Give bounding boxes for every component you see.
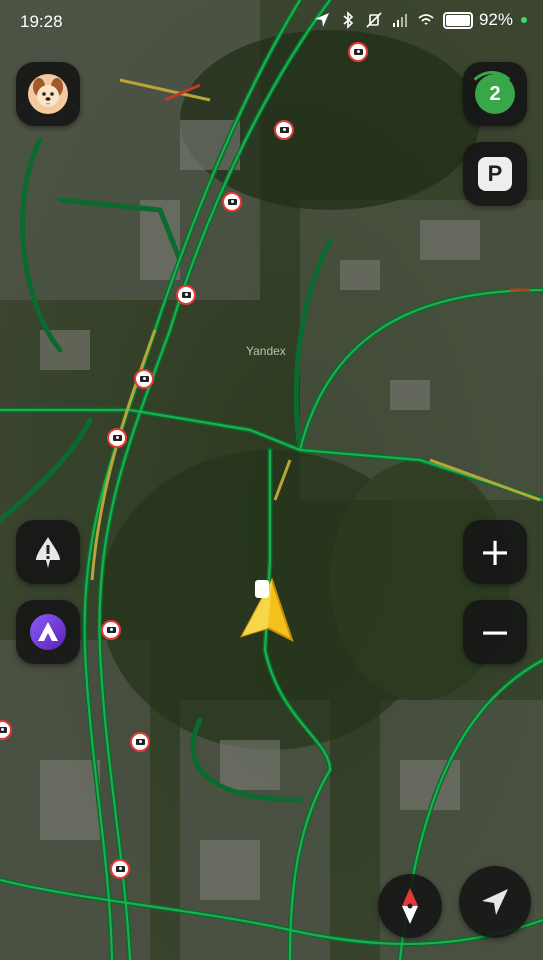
status-icons: 92% (313, 10, 527, 30)
speed-camera-icon[interactable] (101, 620, 121, 640)
battery-indicator: 92% (442, 10, 527, 30)
dog-avatar-icon (28, 74, 68, 114)
signal-icon (392, 14, 407, 27)
compass-icon (402, 888, 418, 924)
compass-button[interactable] (378, 874, 442, 938)
speed-camera-icon[interactable] (130, 732, 150, 752)
parking-icon: P (478, 157, 512, 191)
speed-camera-icon[interactable] (110, 859, 130, 879)
minus-icon: − (479, 610, 511, 654)
wifi-icon (418, 14, 434, 25)
alice-assistant-icon (30, 614, 66, 650)
charging-dot (521, 17, 527, 23)
report-event-button[interactable] (16, 520, 80, 584)
battery-percent: 92% (478, 10, 513, 29)
route-marker (255, 580, 269, 598)
speed-camera-icon[interactable] (222, 192, 242, 212)
alice-assistant-button[interactable] (16, 600, 80, 664)
status-time: 19:28 (20, 12, 63, 31)
satellite-map[interactable] (0, 0, 543, 960)
events-button[interactable]: 2 (463, 62, 527, 126)
battery-fill (445, 14, 470, 26)
zoom-out-button[interactable]: − (463, 600, 527, 664)
map-app: Yandex 19:28 92% 2 P + − (0, 0, 543, 960)
battery-icon (442, 11, 473, 29)
location-icon (314, 13, 329, 27)
zoom-in-button[interactable]: + (463, 520, 527, 584)
map-watermark: Yandex (246, 344, 286, 358)
speed-camera-icon[interactable] (348, 42, 368, 62)
events-counter: 2 (466, 71, 518, 114)
speed-camera-icon[interactable] (107, 428, 127, 448)
speed-camera-icon[interactable] (134, 369, 154, 389)
navigate-arrow-icon (482, 889, 508, 915)
status-bar: 19:28 92% (0, 0, 543, 44)
navigate-button[interactable] (459, 866, 531, 938)
speed-camera-icon[interactable] (176, 285, 196, 305)
profile-button[interactable] (16, 62, 80, 126)
parking-button[interactable]: P (463, 142, 527, 206)
mute-icon (366, 12, 382, 28)
bluetooth-icon (343, 11, 354, 29)
speed-camera-icon[interactable] (274, 120, 294, 140)
warning-plus-icon (36, 537, 60, 568)
plus-icon: + (479, 530, 511, 574)
